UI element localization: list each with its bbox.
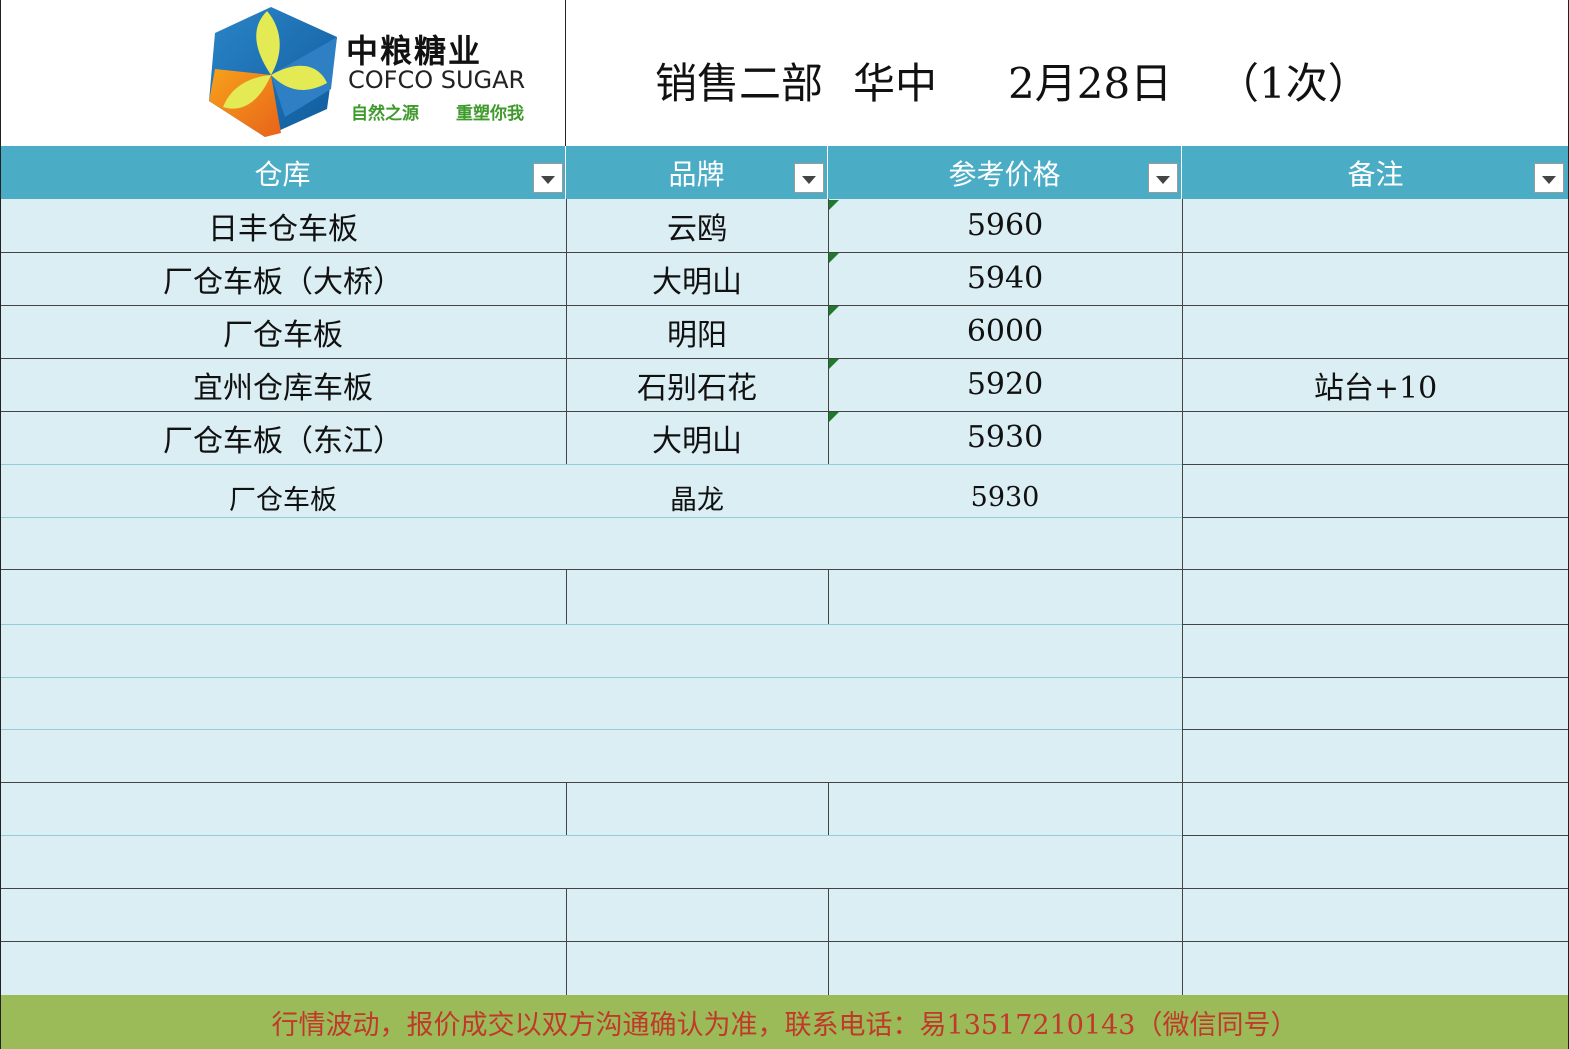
column-header-note[interactable]: 备注: [1182, 146, 1569, 199]
price-sheet: 中粮糖业 COFCO SUGAR 自然之源 重塑你我 销售二部 华中 2月28日…: [0, 0, 1569, 1049]
cell-brand[interactable]: 明阳: [566, 305, 828, 358]
cell-brand[interactable]: 大明山: [566, 252, 828, 305]
cell-price[interactable]: 5920: [828, 358, 1182, 411]
row-divider: [0, 624, 1182, 625]
row-divider: [0, 464, 1182, 465]
table-body: 日丰仓车板 云鸥 5960 厂仓车板（大桥） 大明山 5940 厂仓车板 明阳 …: [0, 199, 1569, 995]
column-header-warehouse[interactable]: 仓库: [0, 146, 566, 199]
column-divider: [828, 782, 829, 835]
logo-area: 中粮糖业 COFCO SUGAR 自然之源 重塑你我: [0, 0, 566, 146]
cell-price[interactable]: 5930: [828, 471, 1182, 524]
row-divider: [0, 835, 1182, 836]
cell-note[interactable]: 站台+10: [1182, 358, 1569, 411]
row-divider: [1182, 624, 1569, 625]
cell-note[interactable]: [1182, 411, 1569, 464]
cell-warehouse[interactable]: 厂仓车板（东江）: [0, 411, 566, 464]
cell-warehouse[interactable]: 宜州仓库车板: [0, 358, 566, 411]
filter-dropdown-icon[interactable]: [1148, 163, 1178, 193]
logo-tagline-left: 自然之源: [351, 104, 419, 124]
column-divider: [828, 888, 829, 995]
column-divider: [566, 888, 567, 995]
cell-price[interactable]: 6000: [828, 305, 1182, 358]
logo-tagline-right: 重塑你我: [456, 104, 524, 124]
cell-note[interactable]: [1182, 199, 1569, 252]
column-header-label: 仓库: [254, 157, 311, 191]
column-divider: [566, 569, 567, 624]
column-header-brand[interactable]: 品牌: [566, 146, 828, 199]
title-department: 销售二部: [655, 59, 824, 108]
column-header-label: 品牌: [668, 157, 725, 191]
column-header-label: 备注: [1347, 157, 1404, 191]
title-edition: （1次）: [1217, 59, 1370, 108]
cell-brand[interactable]: 大明山: [566, 411, 828, 464]
cell-note[interactable]: [1182, 252, 1569, 305]
column-divider: [828, 569, 829, 624]
row-divider: [0, 677, 1182, 678]
row-divider: [0, 729, 1182, 730]
cell-brand[interactable]: 石别石花: [566, 358, 828, 411]
cell-warehouse[interactable]: 厂仓车板（大桥）: [0, 252, 566, 305]
row-divider: [1182, 677, 1569, 678]
cell-note[interactable]: [1182, 305, 1569, 358]
cofco-logo-icon: [209, 7, 337, 137]
column-header-label: 参考价格: [948, 157, 1061, 191]
row-divider: [0, 888, 1569, 889]
sheet-title: 销售二部 华中 2月28日 （1次）: [567, 0, 1569, 146]
row-divider: [1182, 517, 1569, 518]
column-divider: [566, 782, 567, 835]
footer-notice: 行情波动，报价成交以双方沟通确认为准，联系电话：易13517210143（微信同…: [0, 995, 1569, 1049]
filter-dropdown-icon[interactable]: [1534, 163, 1564, 193]
row-divider: [0, 941, 1569, 942]
footer-notice-text: 行情波动，报价成交以双方沟通确认为准，联系电话：易13517210143（微信同…: [271, 1009, 1298, 1041]
table-header: 仓库 品牌 参考价格 备注: [0, 146, 1569, 199]
cell-brand[interactable]: 晶龙: [566, 471, 828, 524]
filter-dropdown-icon[interactable]: [794, 163, 824, 193]
cell-price[interactable]: 5940: [828, 252, 1182, 305]
filter-dropdown-icon[interactable]: [533, 163, 563, 193]
cell-warehouse[interactable]: 日丰仓车板: [0, 199, 566, 252]
column-header-price[interactable]: 参考价格: [828, 146, 1182, 199]
title-date: 2月28日: [1008, 59, 1173, 108]
cell-note[interactable]: [1182, 464, 1569, 517]
sheet-border-left: [0, 0, 1, 1049]
row-divider: [0, 782, 1569, 783]
cell-warehouse[interactable]: 厂仓车板: [0, 471, 566, 524]
row-divider: [1182, 835, 1569, 836]
row-divider: [1182, 729, 1569, 730]
cell-warehouse[interactable]: 厂仓车板: [0, 305, 566, 358]
logo-name-en: COFCO SUGAR: [348, 66, 526, 94]
cell-price[interactable]: 5960: [828, 199, 1182, 252]
cell-price[interactable]: 5930: [828, 411, 1182, 464]
title-region: 华中: [853, 59, 938, 108]
row-divider: [0, 569, 1569, 570]
cell-brand[interactable]: 云鸥: [566, 199, 828, 252]
